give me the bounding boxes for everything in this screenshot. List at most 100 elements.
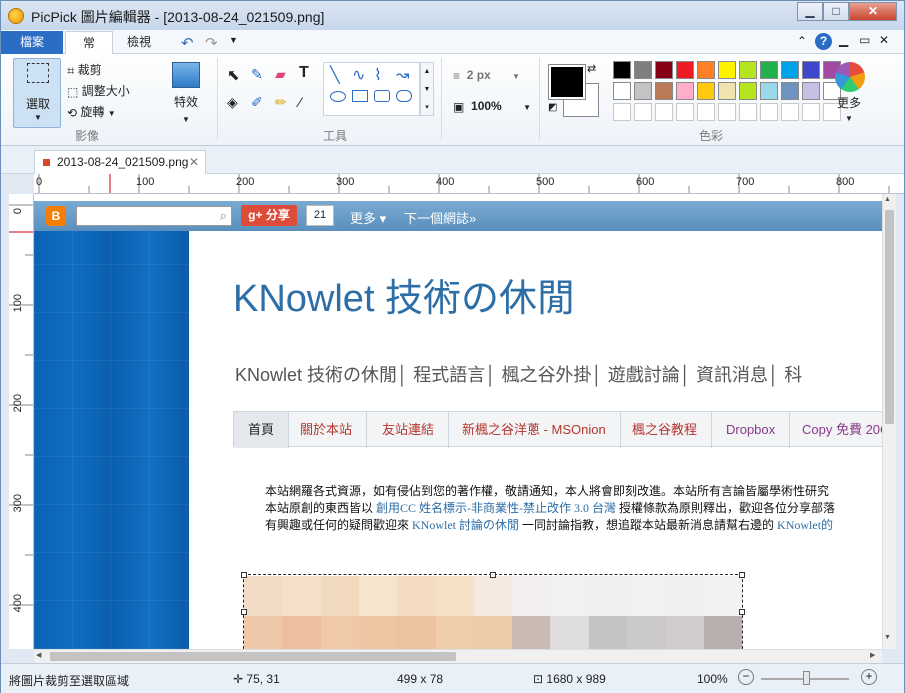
vertical-scroll-thumb[interactable] — [885, 210, 894, 424]
nav-tutorial[interactable]: 楓之谷教程 — [618, 412, 713, 448]
zoom-slider-thumb[interactable] — [803, 671, 810, 685]
rotate-button[interactable]: ⟲ 旋轉 ▼ — [67, 103, 116, 120]
custom-color-slot[interactable] — [760, 103, 778, 121]
nav-home[interactable]: 首頁 — [234, 412, 290, 448]
undo-icon[interactable]: ↶ — [181, 34, 194, 52]
selection-handle[interactable] — [490, 572, 496, 578]
custom-color-slot[interactable] — [781, 103, 799, 121]
text-icon[interactable]: T — [299, 64, 309, 82]
nav-copy[interactable]: Copy 免費 20G — [788, 412, 882, 448]
line-shape-icon[interactable]: ╲ — [330, 65, 340, 85]
custom-color-slot[interactable] — [634, 103, 652, 121]
close-button[interactable]: ✕ — [849, 2, 897, 21]
image-canvas[interactable]: B ⌕ g+ 分享 21 更多 ▾ 下一個網誌» KNowlet 技術の休閒 K… — [34, 194, 882, 649]
polyline-shape-icon[interactable]: ⌇ — [374, 65, 382, 85]
selection-marquee[interactable] — [241, 572, 745, 649]
palette-color-swatch[interactable] — [655, 61, 673, 79]
palette-color-swatch[interactable] — [676, 82, 694, 100]
nav-dropbox[interactable]: Dropbox — [712, 412, 791, 448]
palette-color-swatch[interactable] — [760, 61, 778, 79]
document-tab[interactable]: 2013-08-24_021509.png ✕ — [34, 150, 206, 174]
swap-colors-icon[interactable]: ⇄ — [587, 62, 596, 75]
palette-color-swatch[interactable] — [655, 82, 673, 100]
eraser-icon[interactable]: ▰ — [275, 66, 286, 83]
cc-license-link[interactable]: 創用CC 姓名標示-非商業性-禁止改作 3.0 台灣 — [376, 501, 616, 515]
forum-link[interactable]: KNowlet 討論の休閒 — [412, 518, 519, 532]
vertical-scrollbar[interactable]: ▲ ▼ — [882, 194, 896, 649]
search-icon[interactable]: ⌕ — [220, 208, 227, 224]
palette-color-swatch[interactable] — [697, 82, 715, 100]
zoom-out-icon[interactable]: − — [738, 669, 754, 685]
selection-handle[interactable] — [241, 609, 247, 615]
palette-color-swatch[interactable] — [676, 61, 694, 79]
maximize-button[interactable]: □ — [823, 2, 849, 21]
palette-color-swatch[interactable] — [739, 82, 757, 100]
scroll-left-icon[interactable]: ◀ — [36, 651, 41, 659]
collapse-ribbon-icon[interactable]: ⌃ — [797, 34, 807, 48]
horizontal-scroll-thumb[interactable] — [50, 652, 456, 661]
gplus-share-button[interactable]: g+ 分享 — [241, 205, 297, 226]
palette-color-swatch[interactable] — [634, 61, 652, 79]
opacity-control[interactable]: ▣ 100% ▼ — [453, 99, 531, 114]
scroll-up-icon[interactable]: ▲ — [884, 196, 891, 203]
help-icon[interactable]: ? — [815, 33, 832, 50]
doc-close-icon[interactable]: ✕ — [879, 33, 889, 47]
nav-friend-links[interactable]: 友站連結 — [368, 412, 450, 448]
scroll-right-icon[interactable]: ▶ — [870, 651, 875, 659]
crop-button[interactable]: ⌗ 裁剪 — [67, 61, 102, 79]
pencil-icon[interactable]: ✎ — [251, 66, 263, 83]
custom-color-slot[interactable] — [613, 103, 631, 121]
palette-color-swatch[interactable] — [718, 82, 736, 100]
palette-color-swatch[interactable] — [613, 61, 631, 79]
tab-file[interactable]: 檔案 — [1, 31, 63, 54]
selection-handle[interactable] — [241, 572, 247, 578]
quick-access-dropdown-icon[interactable]: ▼ — [229, 35, 238, 45]
palette-color-swatch[interactable] — [760, 82, 778, 100]
custom-color-slot[interactable] — [676, 103, 694, 121]
custom-color-slot[interactable] — [655, 103, 673, 121]
more-colors-label[interactable]: 更多 — [837, 94, 861, 111]
rounded-rect-shape-icon[interactable] — [374, 90, 390, 102]
scroll-down-icon[interactable]: ▼ — [884, 634, 891, 641]
zoom-in-icon[interactable]: + — [861, 669, 877, 685]
horizontal-scrollbar[interactable]: ◀ ▶ — [34, 649, 882, 663]
more-menu[interactable]: 更多 ▾ — [350, 208, 386, 227]
line-width-control[interactable]: ≡ 2 px ▼ — [453, 68, 520, 83]
primary-color-swatch[interactable] — [548, 64, 586, 100]
shapes-gallery[interactable]: ╲ ∿ ⌇ ↝ — [323, 62, 420, 116]
custom-color-slot[interactable] — [802, 103, 820, 121]
doc-minimize-icon[interactable]: ▁ — [839, 33, 848, 47]
shapes-scroll[interactable]: ▲ ▼ ▾ — [420, 62, 434, 116]
palette-color-swatch[interactable] — [718, 61, 736, 79]
tab-view[interactable]: 檢視 — [115, 31, 163, 54]
fill-bucket-icon[interactable]: ◈ — [227, 94, 238, 111]
close-tab-icon[interactable]: ✕ — [189, 151, 199, 173]
brush-icon[interactable]: ✐ — [251, 94, 263, 111]
palette-color-swatch[interactable] — [634, 82, 652, 100]
tab-home[interactable]: 常用 — [65, 31, 113, 72]
blog-category-links[interactable]: KNowlet 技術の休閒│ 程式語言│ 楓之谷外掛│ 遊戲討論│ 資訊消息│ … — [235, 361, 802, 387]
palette-color-swatch[interactable] — [781, 82, 799, 100]
reset-colors-icon[interactable]: ◩ — [548, 102, 557, 113]
palette-color-swatch[interactable] — [739, 61, 757, 79]
nav-msonion[interactable]: 新楓之谷洋蔥 - MSOnion — [448, 412, 621, 448]
select-pointer-icon[interactable]: ⬉ — [227, 66, 240, 84]
minimize-button[interactable]: ▁ — [797, 2, 823, 21]
effects-button[interactable]: 特效 ▼ — [165, 60, 207, 128]
custom-color-slot[interactable] — [739, 103, 757, 121]
highlighter-icon[interactable]: ✏ — [275, 94, 287, 111]
palette-color-swatch[interactable] — [802, 82, 820, 100]
palette-color-swatch[interactable] — [613, 82, 631, 100]
doc-restore-icon[interactable]: ▭ — [859, 33, 870, 47]
redo-icon[interactable]: ↷ — [205, 34, 218, 52]
resize-button[interactable]: ⬚ 調整大小 — [67, 82, 130, 99]
ellipse-shape-icon[interactable] — [330, 91, 346, 102]
knowlet-follow-link[interactable]: KNowlet的 — [777, 518, 833, 532]
curve-shape-icon[interactable]: ∿ — [352, 65, 365, 85]
custom-color-slot[interactable] — [697, 103, 715, 121]
arrow-shape-icon[interactable]: ↝ — [396, 65, 409, 85]
palette-color-swatch[interactable] — [781, 61, 799, 79]
palette-color-swatch[interactable] — [802, 61, 820, 79]
selection-handle[interactable] — [739, 572, 745, 578]
speech-bubble-shape-icon[interactable] — [396, 90, 412, 102]
